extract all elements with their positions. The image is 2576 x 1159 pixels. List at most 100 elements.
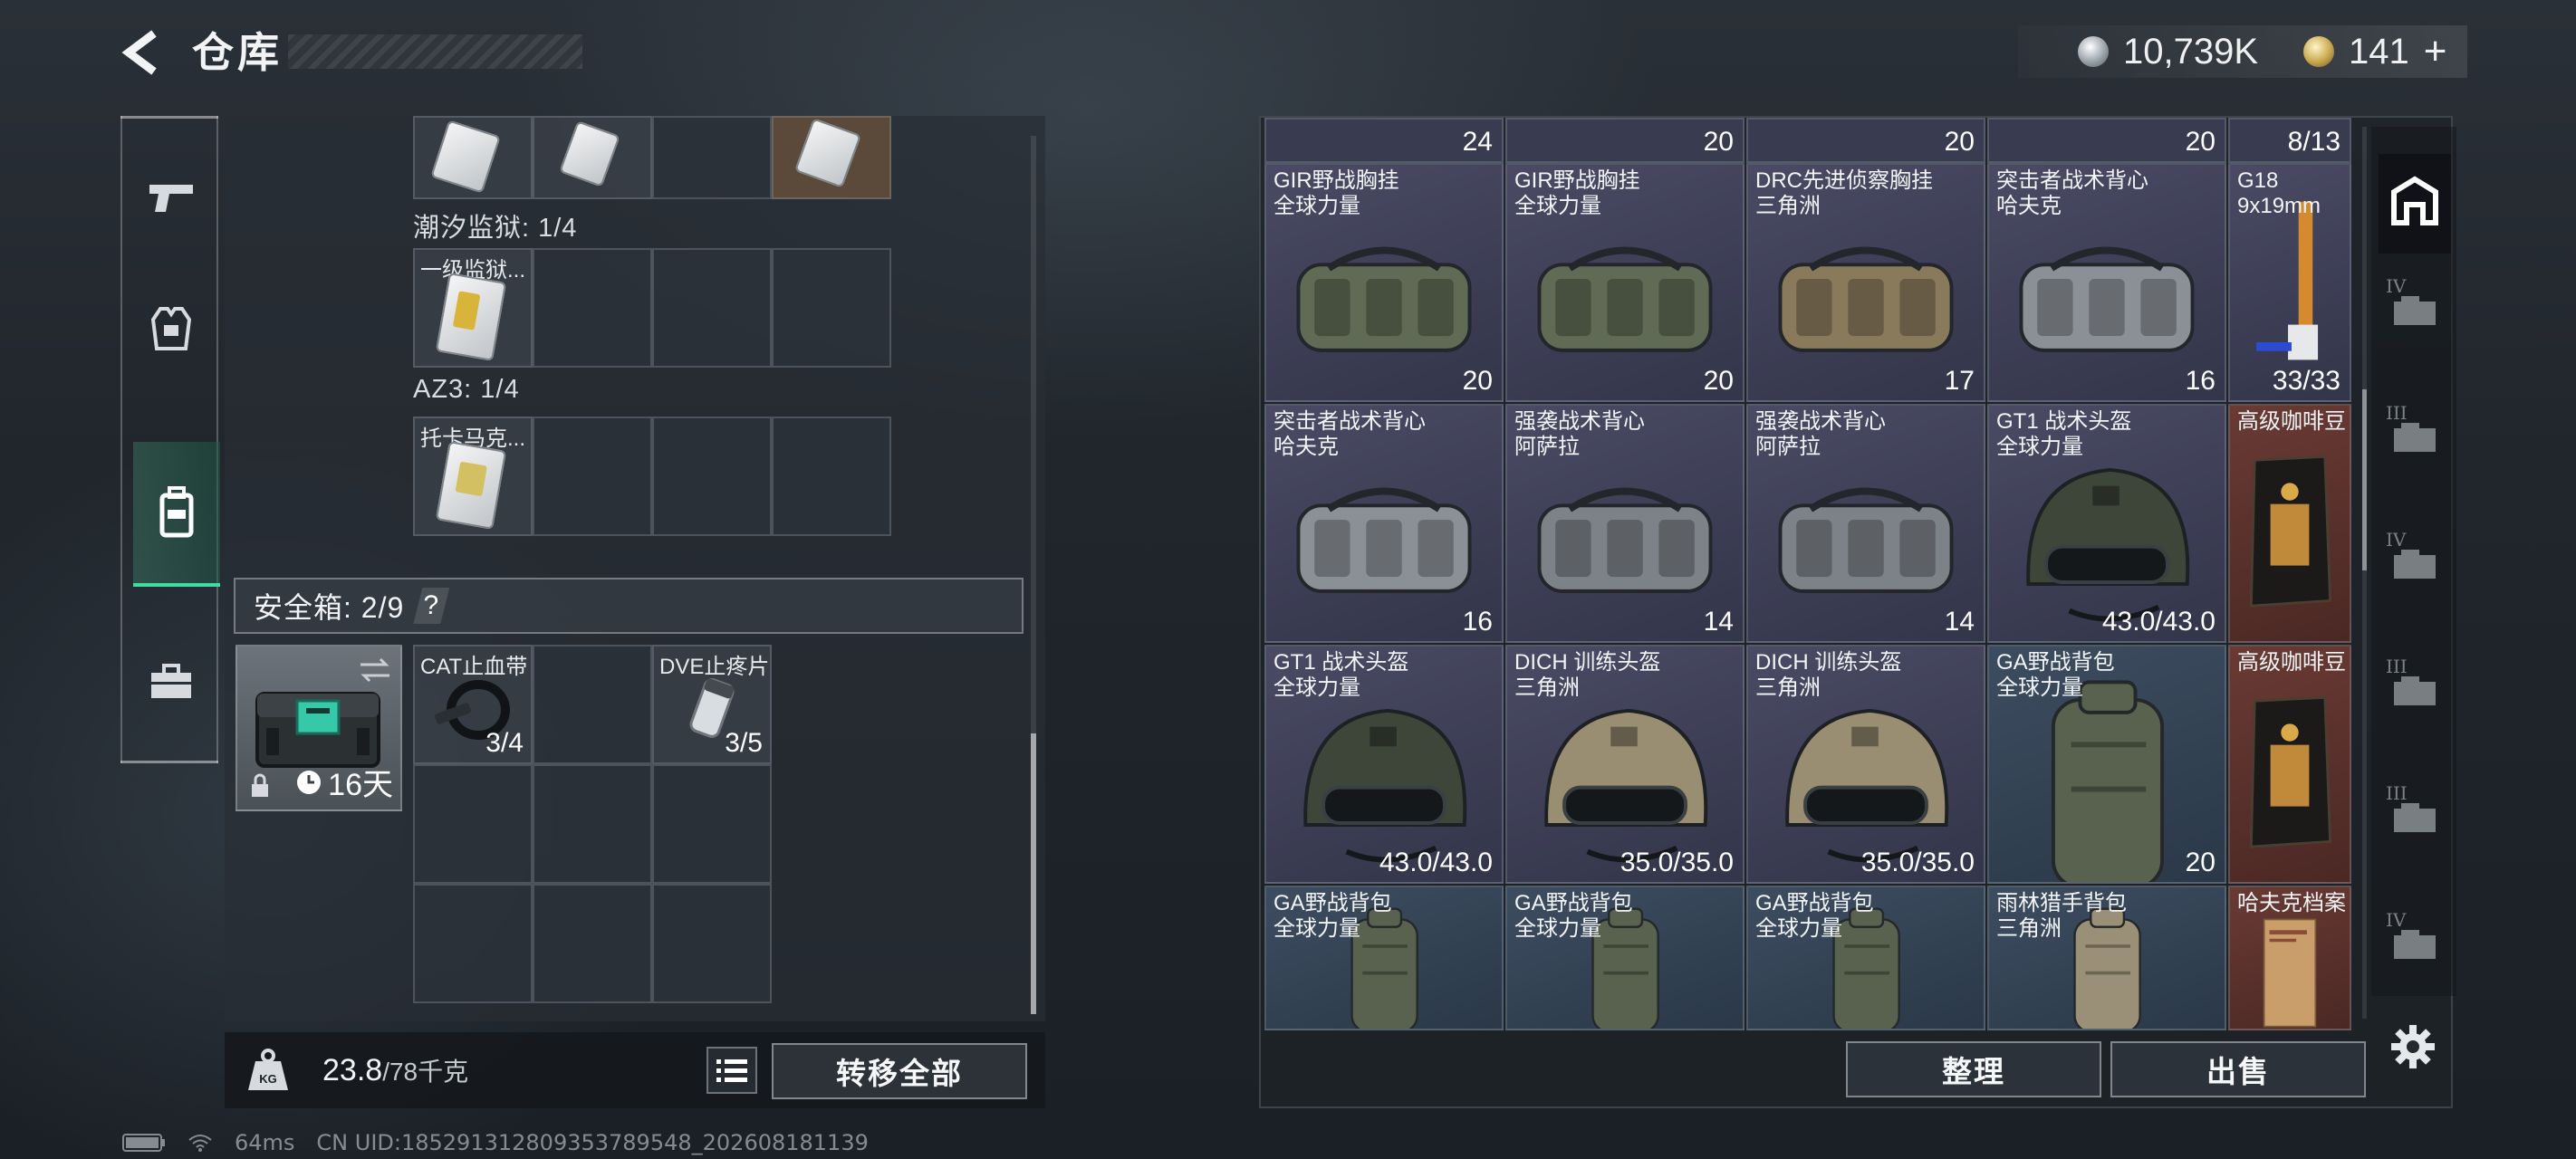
- scrollbar-thumb[interactable]: [2362, 389, 2367, 570]
- inventory-item[interactable]: 雨林猎手背包 三角洲: [1987, 886, 2226, 1030]
- safe-item-slot[interactable]: [533, 764, 652, 884]
- inventory-item[interactable]: GT1 战术头盔 全球力量 43.0/43.0: [1264, 645, 1504, 884]
- filter-tab[interactable]: IV: [2382, 905, 2447, 987]
- item-value: 16: [1462, 607, 1493, 637]
- filter-tab[interactable]: III: [2382, 779, 2447, 860]
- inventory-item[interactable]: G18 9x19mm 33/33: [2228, 163, 2351, 402]
- page-title: 仓库: [192, 29, 283, 76]
- carry-weight: 23.8/78千克: [322, 1052, 468, 1088]
- item-value: 43.0/43.0: [2101, 607, 2216, 637]
- card-slot[interactable]: [652, 417, 772, 536]
- item-name: GIR野战胸挂 全球力量: [1514, 168, 1640, 218]
- inventory-item[interactable]: GA野战背包 全球力量 20: [1987, 645, 2226, 884]
- card-slot[interactable]: [772, 248, 891, 368]
- scrollbar-track[interactable]: [2362, 127, 2367, 1019]
- inventory-item[interactable]: GIR野战胸挂 全球力量 20: [1505, 163, 1745, 402]
- inventory-item[interactable]: DRC先进侦察胸挂 三角洲 17: [1746, 163, 1985, 402]
- card-slot[interactable]: [413, 116, 533, 199]
- gold-coin-icon: [2303, 36, 2335, 67]
- add-currency-button[interactable]: +: [2424, 29, 2447, 74]
- safe-item-slot[interactable]: [533, 645, 652, 764]
- tab-weapons[interactable]: [133, 152, 209, 243]
- ping: 64ms: [235, 1130, 295, 1155]
- back-button[interactable]: [118, 25, 165, 80]
- inventory-item[interactable]: GIR野战胸挂 全球力量 20: [1264, 163, 1504, 402]
- inventory-item[interactable]: 突击者战术背心 哈夫克 16: [1987, 163, 2226, 402]
- inventory-item[interactable]: GA野战背包 全球力量: [1264, 886, 1504, 1030]
- item-value: 43.0/43.0: [1379, 848, 1493, 877]
- inventory-item[interactable]: 强袭战术背心 阿萨拉 14: [1505, 404, 1745, 643]
- scrollbar-thumb[interactable]: [1031, 733, 1036, 1014]
- filter-tab[interactable]: III: [2382, 652, 2447, 733]
- item-name: 强袭战术背心 阿萨拉: [1514, 409, 1645, 459]
- sort-button[interactable]: 整理: [1846, 1041, 2101, 1097]
- silver-balance: 10,739K: [2123, 31, 2259, 72]
- item-name: GA野战背包 全球力量: [1996, 650, 2115, 700]
- card-slot[interactable]: [772, 116, 891, 199]
- item-value: 14: [1703, 607, 1734, 637]
- back-arrow-icon: [121, 30, 157, 75]
- inventory-item[interactable]: 高级咖啡豆: [2228, 404, 2351, 643]
- inventory-item[interactable]: GT1 战术头盔 全球力量 43.0/43.0: [1987, 404, 2226, 643]
- tab-cases[interactable]: [133, 637, 209, 727]
- list-view-button[interactable]: [706, 1047, 757, 1094]
- card-slot[interactable]: [533, 116, 652, 199]
- tab-backpack[interactable]: [133, 442, 220, 587]
- inventory-item[interactable]: DICH 训练头盔 三角洲 35.0/35.0: [1746, 645, 1985, 884]
- card-slot[interactable]: 托卡马克...: [413, 417, 533, 536]
- filter-tab[interactable]: [2379, 154, 2451, 254]
- inventory-item[interactable]: 哈夫克档案: [2228, 886, 2351, 1030]
- tier-label: IV: [2386, 275, 2407, 297]
- weight-icon: KG: [248, 1049, 288, 1090]
- pistol-icon: [149, 185, 193, 212]
- item-cell-partial[interactable]: 20: [1987, 118, 2226, 163]
- inventory-item[interactable]: GA野战背包 全球力量: [1746, 886, 1985, 1030]
- card-slot[interactable]: [772, 417, 891, 536]
- tier-label: III: [2386, 782, 2408, 804]
- list-icon: [716, 1059, 747, 1082]
- inventory-item[interactable]: 突击者战术背心 哈夫克 16: [1264, 404, 1504, 643]
- inventory-item[interactable]: 高级咖啡豆: [2228, 645, 2351, 884]
- item-value: 35.0/35.0: [1620, 848, 1734, 877]
- clock-icon: [297, 770, 322, 794]
- item-cell-partial[interactable]: 24: [1264, 118, 1504, 163]
- filter-tab[interactable]: IV: [2382, 525, 2447, 607]
- silver-coin-icon: [2078, 36, 2109, 67]
- safe-box-header: 安全箱: 2/9 ?: [234, 578, 1024, 634]
- help-button[interactable]: ?: [413, 588, 450, 624]
- safe-item-slot[interactable]: [652, 764, 772, 884]
- sell-button[interactable]: 出售: [2110, 1041, 2366, 1097]
- safe-item-slot[interactable]: [413, 764, 533, 884]
- filter-tab[interactable]: III: [2382, 398, 2447, 480]
- card-slot[interactable]: [652, 248, 772, 368]
- settings-button[interactable]: [2386, 1020, 2440, 1074]
- item-count: 3/4: [485, 728, 524, 758]
- item-filter-tabs: IV III IV III III IV: [2371, 127, 2456, 996]
- keycard-icon: [794, 118, 861, 188]
- inventory-item[interactable]: DICH 训练头盔 三角洲 35.0/35.0: [1505, 645, 1745, 884]
- tab-armor[interactable]: [133, 283, 209, 374]
- card-slot[interactable]: [533, 417, 652, 536]
- item-name: GT1 战术头盔 全球力量: [1274, 650, 1409, 700]
- item-name: 哈夫克档案: [2237, 891, 2346, 915]
- battery-icon: [122, 1134, 165, 1152]
- safe-item-slot[interactable]: DVE止疼片 3/5: [652, 645, 772, 764]
- item-cell-partial[interactable]: 20: [1505, 118, 1745, 163]
- safe-item-slot[interactable]: [533, 884, 652, 1003]
- item-cell-partial[interactable]: 8/13: [2228, 118, 2351, 163]
- filter-tab[interactable]: IV: [2382, 272, 2447, 353]
- inventory-item[interactable]: 强袭战术背心 阿萨拉 14: [1746, 404, 1985, 643]
- card-slot[interactable]: [533, 248, 652, 368]
- inventory-item[interactable]: GA野战背包 全球力量: [1505, 886, 1745, 1030]
- safe-item-slot[interactable]: CAT止血带 3/4: [413, 645, 533, 764]
- item-cell-partial[interactable]: 20: [1746, 118, 1985, 163]
- card-slot[interactable]: [652, 116, 772, 199]
- safe-box[interactable]: 16天: [235, 645, 402, 811]
- safe-item-slot[interactable]: [413, 884, 533, 1003]
- card-slot[interactable]: 一级监狱...: [413, 248, 533, 368]
- safe-item-slot[interactable]: [652, 884, 772, 1003]
- toolbox-icon: [151, 664, 191, 698]
- item-name: GIR野战胸挂 全球力量: [1274, 168, 1399, 218]
- backpack-icon: [159, 486, 194, 538]
- transfer-all-button[interactable]: 转移全部: [772, 1043, 1027, 1099]
